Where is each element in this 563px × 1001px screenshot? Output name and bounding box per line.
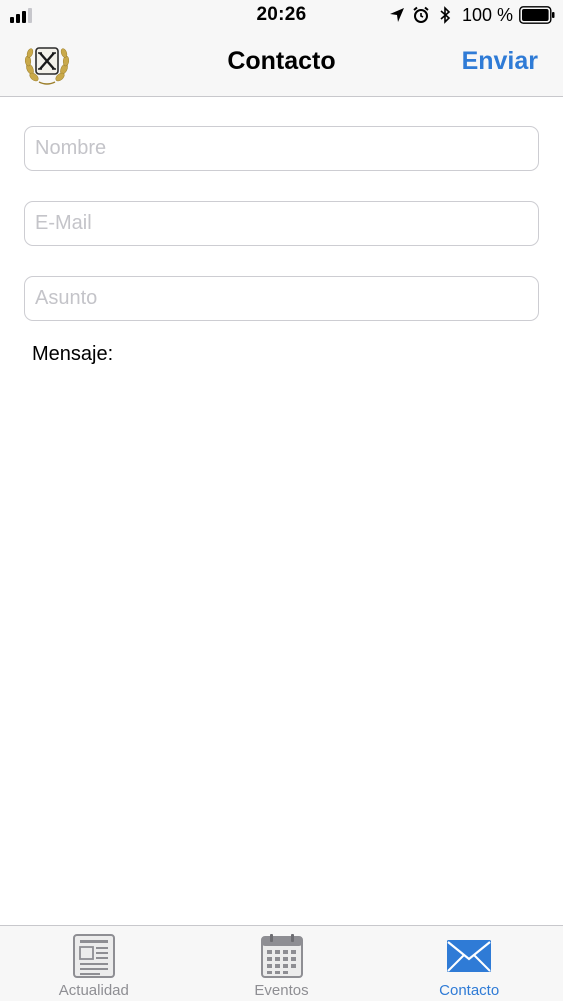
battery-icon xyxy=(519,6,555,24)
subject-field[interactable] xyxy=(24,276,539,321)
tab-label-actualidad: Actualidad xyxy=(58,982,129,999)
status-indicators: 100 % xyxy=(388,4,555,26)
email-field[interactable] xyxy=(24,201,539,246)
tab-actualidad[interactable]: Actualidad xyxy=(0,926,188,1001)
tab-label-eventos: Eventos xyxy=(254,982,309,999)
status-bar: 20:26 100 % xyxy=(0,0,563,30)
tab-label-contacto: Contacto xyxy=(439,982,500,999)
tab-bar: Actualidad Eventos Contacto xyxy=(0,925,563,1001)
name-field[interactable] xyxy=(24,126,539,171)
calendar-icon xyxy=(260,934,303,978)
location-arrow-icon xyxy=(389,8,404,22)
bluetooth-icon xyxy=(440,6,451,24)
message-textarea[interactable] xyxy=(24,378,543,912)
newspaper-icon xyxy=(72,934,115,978)
message-label: Mensaje: xyxy=(32,343,114,365)
alarm-clock-icon xyxy=(413,6,429,23)
envelope-icon xyxy=(447,940,492,972)
battery-percentage: 100 % xyxy=(461,4,513,25)
send-button[interactable]: Enviar xyxy=(462,47,538,76)
tab-eventos[interactable]: Eventos xyxy=(188,926,376,1001)
tab-contacto[interactable]: Contacto xyxy=(375,926,563,1001)
navigation-bar: Contacto Enviar xyxy=(0,30,563,97)
